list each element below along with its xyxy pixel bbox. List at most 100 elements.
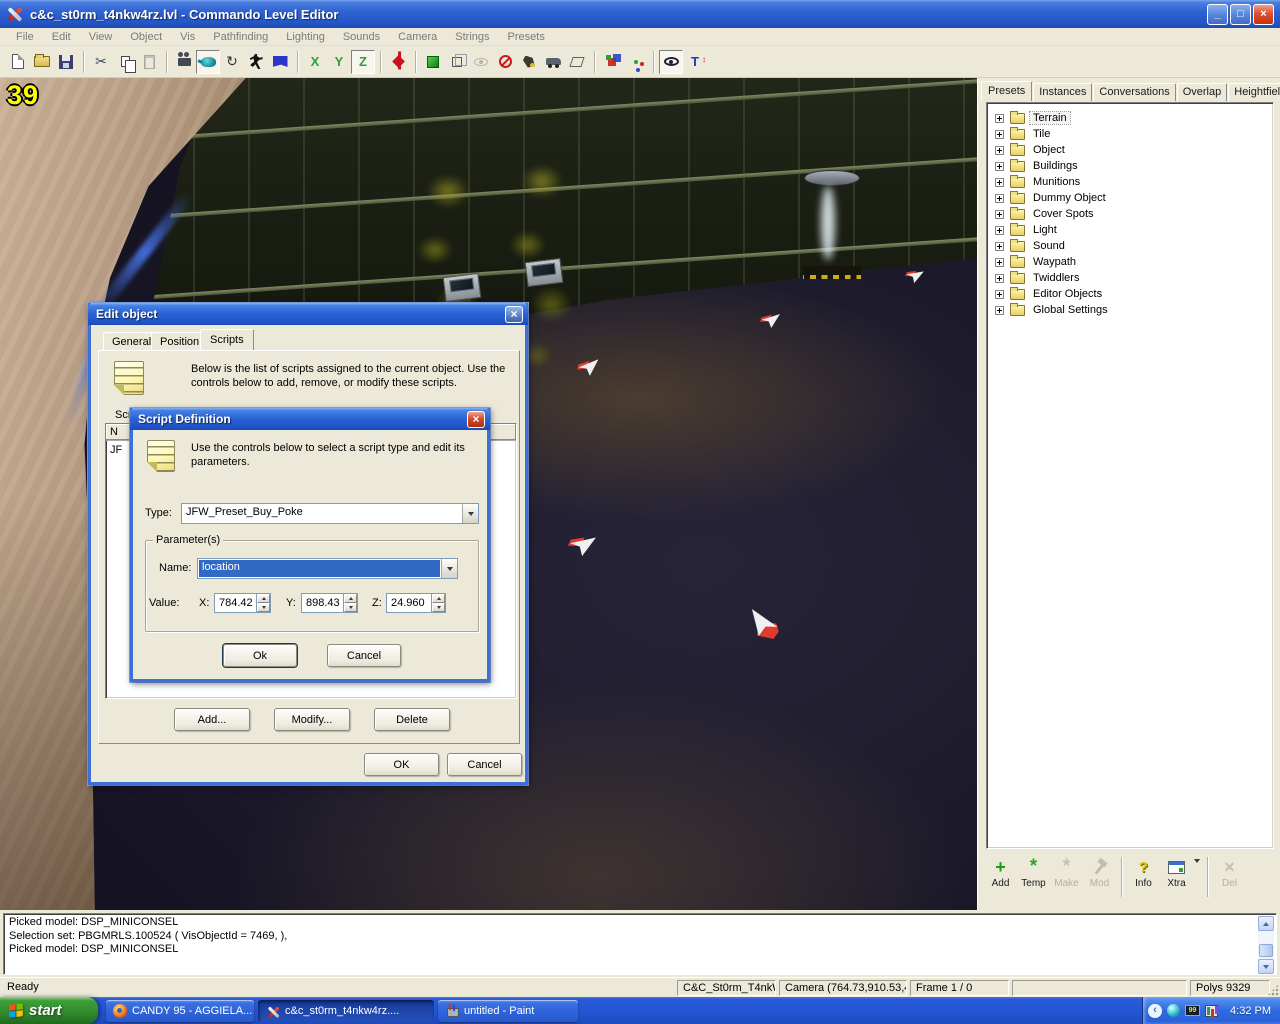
expand-plus-icon[interactable] (995, 114, 1004, 123)
expand-plus-icon[interactable] (995, 130, 1004, 139)
tree-item-buildings[interactable]: Buildings (991, 158, 1273, 174)
add-script-button[interactable]: Add... (174, 708, 250, 731)
x-spin-up-icon[interactable] (257, 594, 270, 603)
menu-pathfinding[interactable]: Pathfinding (205, 30, 276, 44)
tab-scripts[interactable]: Scripts (200, 329, 254, 350)
taskbar-task-level-editor[interactable]: c&c_st0rm_t4nkw4rz.... (258, 1000, 434, 1022)
tree-item-terrain[interactable]: Terrain (991, 110, 1273, 126)
x-spin-down-icon[interactable] (257, 603, 270, 612)
group-cubes-icon[interactable] (600, 50, 624, 74)
rotate-gizmo-icon[interactable]: ↻ (220, 50, 244, 74)
mod-preset-button[interactable]: Mod (1083, 855, 1116, 899)
cut-scissors-icon[interactable]: ✂ (89, 50, 113, 74)
expand-plus-icon[interactable] (995, 162, 1004, 171)
expand-plus-icon[interactable] (995, 258, 1004, 267)
scroll-down-icon[interactable] (1258, 959, 1274, 974)
type-combobox[interactable]: JFW_Preset_Buy_Poke (181, 503, 479, 524)
name-value-selected[interactable]: location (199, 560, 440, 577)
tree-item-object[interactable]: Object (991, 142, 1273, 158)
expand-plus-icon[interactable] (995, 274, 1004, 283)
scene-camera-icon[interactable] (172, 50, 196, 74)
temp-preset-button[interactable]: *Temp (1017, 855, 1050, 899)
z-value[interactable]: 24.960 (386, 593, 431, 613)
y-value[interactable]: 898.43 (301, 593, 343, 613)
x-value[interactable]: 784.42 (214, 593, 256, 613)
menu-presets[interactable]: Presets (500, 30, 553, 44)
name-dropdown-icon[interactable] (441, 559, 457, 578)
y-spin-down-icon[interactable] (344, 603, 357, 612)
expand-plus-icon[interactable] (995, 146, 1004, 155)
spawn-marker[interactable] (576, 359, 599, 376)
spawn-marker[interactable] (567, 535, 596, 558)
tray-sphere-icon[interactable] (1167, 1004, 1180, 1017)
open-folder-icon[interactable] (30, 50, 54, 74)
tree-item-light[interactable]: Light (991, 222, 1273, 238)
minimize-button[interactable]: _ (1207, 4, 1228, 25)
expand-plus-icon[interactable] (995, 226, 1004, 235)
mini-console-object[interactable] (443, 273, 482, 302)
taskbar-task-paint[interactable]: untitled - Paint (438, 1000, 578, 1022)
tree-item-tile[interactable]: Tile (991, 126, 1273, 142)
maximize-button[interactable]: □ (1230, 4, 1251, 25)
menu-view[interactable]: View (81, 30, 121, 44)
tray-monitor-icon[interactable]: 99 (1185, 1005, 1200, 1016)
edit-object-close-icon[interactable] (505, 306, 523, 323)
tab-presets[interactable]: Presets (981, 81, 1032, 101)
script-definition-cancel-button[interactable]: Cancel (327, 644, 401, 667)
z-spin-down-icon[interactable] (432, 603, 445, 612)
menu-object[interactable]: Object (122, 30, 170, 44)
wireframe-cube-icon[interactable] (445, 50, 469, 74)
menu-sounds[interactable]: Sounds (335, 30, 388, 44)
menu-lighting[interactable]: Lighting (278, 30, 333, 44)
tab-conversations[interactable]: Conversations (1093, 83, 1175, 101)
paste-clipboard-icon[interactable] (137, 50, 161, 74)
xtra-preset-button[interactable]: Xtra (1160, 855, 1193, 899)
z-value-spinner[interactable]: 24.960 (386, 593, 446, 613)
mini-console-object[interactable] (525, 258, 564, 287)
expand-plus-icon[interactable] (995, 178, 1004, 187)
close-button[interactable]: × (1253, 4, 1274, 25)
edit-object-ok-button[interactable]: OK (364, 753, 439, 776)
expand-plus-icon[interactable] (995, 306, 1004, 315)
name-combobox[interactable]: location (197, 558, 458, 579)
preset-tree[interactable]: Terrain Tile Object Buildings Munitions … (986, 102, 1274, 849)
type-dropdown-icon[interactable] (462, 504, 478, 523)
expand-plus-icon[interactable] (995, 194, 1004, 203)
scroll-up-icon[interactable] (1258, 916, 1274, 931)
taskbar-task-candy95[interactable]: CANDY 95 - AGGIELA... (106, 1000, 254, 1022)
edit-object-cancel-button[interactable]: Cancel (447, 753, 522, 776)
text-tool-icon[interactable]: T (683, 50, 707, 74)
tree-item-munitions[interactable]: Munitions (991, 174, 1273, 190)
script-definition-close-icon[interactable] (467, 411, 485, 428)
solid-cube-icon[interactable] (421, 50, 445, 74)
tray-chart-icon[interactable] (1205, 1005, 1218, 1017)
expand-plus-icon[interactable] (995, 242, 1004, 251)
scroll-thumb[interactable] (1259, 944, 1273, 957)
axis-x-button[interactable]: X (303, 50, 327, 74)
info-preset-button[interactable]: ?Info (1127, 855, 1160, 899)
point-markers-icon[interactable] (624, 50, 648, 74)
script-definition-ok-button[interactable]: Ok (223, 644, 297, 667)
tab-instances[interactable]: Instances (1033, 83, 1092, 101)
axis-z-button[interactable]: Z (351, 50, 375, 74)
save-floppy-icon[interactable] (54, 50, 78, 74)
axis-y-button[interactable]: Y (327, 50, 351, 74)
tree-item-editor-objects[interactable]: Editor Objects (991, 286, 1273, 302)
delete-script-button[interactable]: Delete (374, 708, 450, 731)
expand-plus-icon[interactable] (995, 210, 1004, 219)
tree-item-twiddlers[interactable]: Twiddlers (991, 270, 1273, 286)
spawn-marker[interactable] (760, 314, 780, 328)
log-scrollbar[interactable] (1258, 916, 1274, 974)
vertex-drop-icon[interactable] (386, 50, 410, 74)
new-document-icon[interactable] (6, 50, 30, 74)
y-spin-up-icon[interactable] (344, 594, 357, 603)
edit-object-titlebar[interactable]: Edit object (88, 303, 528, 325)
modify-script-button[interactable]: Modify... (274, 708, 350, 731)
tray-collapse-chevron-icon[interactable]: ‹ (1148, 1004, 1162, 1018)
menu-strings[interactable]: Strings (447, 30, 497, 44)
z-spin-up-icon[interactable] (432, 594, 445, 603)
menu-camera[interactable]: Camera (390, 30, 445, 44)
render-object-icon[interactable] (196, 50, 220, 74)
spawn-marker[interactable] (904, 269, 924, 284)
menu-vis[interactable]: Vis (172, 30, 203, 44)
